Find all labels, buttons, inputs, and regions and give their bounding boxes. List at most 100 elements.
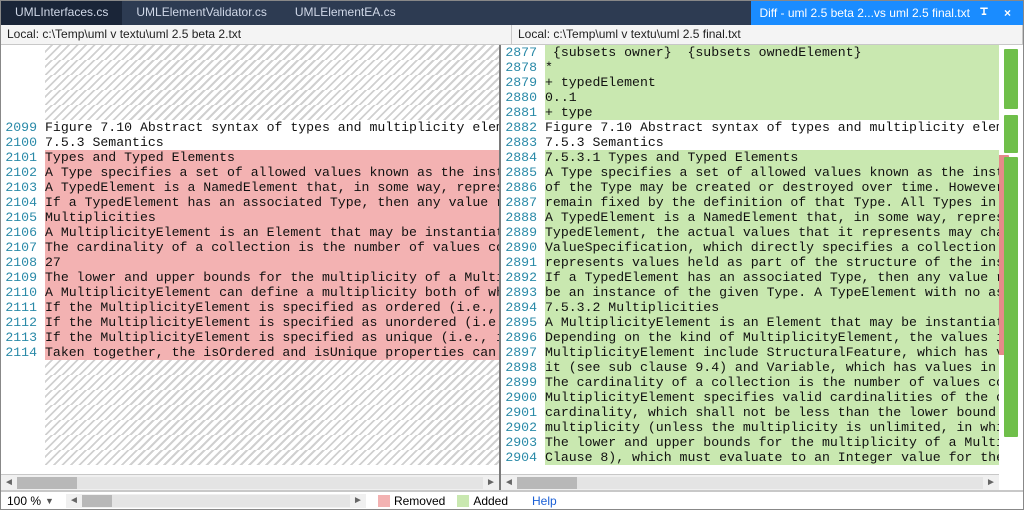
- line-number: 2112: [1, 315, 45, 330]
- code-row[interactable]: [1, 90, 499, 105]
- line-text: Figure 7.10 Abstract syntax of types and…: [545, 120, 999, 135]
- scroll-right-icon[interactable]: ►: [483, 477, 499, 488]
- code-row[interactable]: [1, 360, 499, 375]
- right-hscroll[interactable]: ◄ ►: [501, 474, 999, 490]
- code-row[interactable]: 2879+ typedElement: [501, 75, 999, 90]
- line-text: A Type specifies a set of allowed values…: [45, 165, 499, 180]
- code-row[interactable]: 2109The lower and upper bounds for the m…: [1, 270, 499, 285]
- line-text: If the MultiplicityElement is specified …: [45, 315, 499, 330]
- code-row[interactable]: 21007.5.3 Semantics: [1, 135, 499, 150]
- line-text: A MultiplicityElement is an Element that…: [45, 225, 499, 240]
- code-row[interactable]: [1, 105, 499, 120]
- code-row[interactable]: [1, 60, 499, 75]
- line-number: 2109: [1, 270, 45, 285]
- code-row[interactable]: 2904Clause 8), which must evaluate to an…: [501, 450, 999, 465]
- right-pane[interactable]: 2877 {subsets owner} {subsets ownedEleme…: [501, 45, 999, 490]
- line-text: Multiplicities: [45, 210, 499, 225]
- code-row[interactable]: 2898it (see sub clause 9.4) and Variable…: [501, 360, 999, 375]
- right-code[interactable]: 2877 {subsets owner} {subsets ownedEleme…: [501, 45, 999, 474]
- line-number: 2895: [501, 315, 545, 330]
- code-row[interactable]: 2104If a TypedElement has an associated …: [1, 195, 499, 210]
- line-text: A TypedElement is a NamedElement that, i…: [45, 180, 499, 195]
- line-text: + typedElement: [545, 75, 999, 90]
- code-row[interactable]: [1, 420, 499, 435]
- scroll-left-icon[interactable]: ◄: [66, 495, 82, 506]
- line-text: Taken together, the isOrdered and isUniq…: [45, 345, 499, 360]
- left-hscroll[interactable]: ◄ ►: [1, 474, 499, 490]
- code-row[interactable]: 28947.5.3.2 Multiplicities: [501, 300, 999, 315]
- close-icon[interactable]: ×: [1000, 6, 1015, 20]
- line-text: be an instance of the given Type. A Type…: [545, 285, 999, 300]
- code-row[interactable]: 2101Types and Typed Elements: [1, 150, 499, 165]
- code-row[interactable]: [1, 405, 499, 420]
- code-row[interactable]: 2878*: [501, 60, 999, 75]
- code-row[interactable]: 28847.5.3.1 Types and Typed Elements: [501, 150, 999, 165]
- code-row[interactable]: 2895A MultiplicityElement is an Element …: [501, 315, 999, 330]
- line-number: 2108: [1, 255, 45, 270]
- code-row[interactable]: [1, 45, 499, 60]
- code-row[interactable]: 2113If the MultiplicityElement is specif…: [1, 330, 499, 345]
- code-row[interactable]: [1, 390, 499, 405]
- code-row[interactable]: 2889TypedElement, the actual values that…: [501, 225, 999, 240]
- code-row[interactable]: 2891represents values held as part of th…: [501, 255, 999, 270]
- help-link[interactable]: Help: [532, 494, 557, 508]
- code-row[interactable]: 28800..1: [501, 90, 999, 105]
- code-row[interactable]: 2106A MultiplicityElement is an Element …: [1, 225, 499, 240]
- code-row[interactable]: 2903The lower and upper bounds for the m…: [501, 435, 999, 450]
- code-row[interactable]: 2110A MultiplicityElement can define a m…: [1, 285, 499, 300]
- code-row[interactable]: 2885A Type specifies a set of allowed va…: [501, 165, 999, 180]
- code-row[interactable]: 2886of the Type may be created or destro…: [501, 180, 999, 195]
- line-number: 2878: [501, 60, 545, 75]
- file-tab-2[interactable]: UMLElementEA.cs: [281, 1, 410, 25]
- zoom-value: 100 %: [7, 494, 41, 508]
- code-row[interactable]: 2896Depending on the kind of Multiplicit…: [501, 330, 999, 345]
- diff-tab[interactable]: Diff - uml 2.5 beta 2...vs uml 2.5 final…: [751, 1, 1023, 25]
- code-row[interactable]: [1, 375, 499, 390]
- file-tab-1[interactable]: UMLElementValidator.cs: [122, 1, 281, 25]
- line-number: 2889: [501, 225, 545, 240]
- file-tab-0[interactable]: UMLInterfaces.cs: [1, 1, 122, 25]
- code-row[interactable]: 210827: [1, 255, 499, 270]
- code-row[interactable]: 2099Figure 7.10 Abstract syntax of types…: [1, 120, 499, 135]
- left-pane[interactable]: 2099Figure 7.10 Abstract syntax of types…: [1, 45, 501, 490]
- scroll-right-icon[interactable]: ►: [350, 495, 366, 506]
- code-row[interactable]: 2893be an instance of the given Type. A …: [501, 285, 999, 300]
- code-row[interactable]: 2882Figure 7.10 Abstract syntax of types…: [501, 120, 999, 135]
- code-row[interactable]: [1, 450, 499, 465]
- scroll-right-icon[interactable]: ►: [983, 477, 999, 488]
- code-row[interactable]: 2890ValueSpecification, which directly s…: [501, 240, 999, 255]
- code-row[interactable]: [1, 75, 499, 90]
- code-row[interactable]: 2111If the MultiplicityElement is specif…: [1, 300, 499, 315]
- chevron-down-icon[interactable]: ▼: [45, 496, 54, 506]
- code-row[interactable]: 2899The cardinality of a collection is t…: [501, 375, 999, 390]
- code-row[interactable]: 2112If the MultiplicityElement is specif…: [1, 315, 499, 330]
- pin-icon[interactable]: [978, 6, 992, 20]
- code-row[interactable]: 28837.5.3 Semantics: [501, 135, 999, 150]
- code-row[interactable]: 2103A TypedElement is a NamedElement tha…: [1, 180, 499, 195]
- line-number: 2111: [1, 300, 45, 315]
- code-row[interactable]: 2902multiplicity (unless the multiplicit…: [501, 420, 999, 435]
- code-row[interactable]: 2114Taken together, the isOrdered and is…: [1, 345, 499, 360]
- code-row[interactable]: 2887remain fixed by the definition of th…: [501, 195, 999, 210]
- code-row[interactable]: 2901cardinality, which shall not be less…: [501, 405, 999, 420]
- line-text: Types and Typed Elements: [45, 150, 499, 165]
- code-row[interactable]: 2897MultiplicityElement include Structur…: [501, 345, 999, 360]
- code-row[interactable]: 2881+ type: [501, 105, 999, 120]
- code-row[interactable]: 2107The cardinality of a collection is t…: [1, 240, 499, 255]
- line-number: 2100: [1, 135, 45, 150]
- scroll-left-icon[interactable]: ◄: [1, 477, 17, 488]
- line-text: Figure 7.10 Abstract syntax of types and…: [45, 120, 499, 135]
- code-row[interactable]: 2892If a TypedElement has an associated …: [501, 270, 999, 285]
- left-code[interactable]: 2099Figure 7.10 Abstract syntax of types…: [1, 45, 499, 474]
- code-row[interactable]: [1, 435, 499, 450]
- code-row[interactable]: 2888A TypedElement is a NamedElement tha…: [501, 210, 999, 225]
- overview-ruler[interactable]: [999, 45, 1023, 490]
- code-row[interactable]: 2105Multiplicities: [1, 210, 499, 225]
- line-text: The lower and upper bounds for the multi…: [545, 435, 999, 450]
- code-row[interactable]: 2102A Type specifies a set of allowed va…: [1, 165, 499, 180]
- code-row[interactable]: 2900MultiplicityElement specifies valid …: [501, 390, 999, 405]
- code-row[interactable]: 2877 {subsets owner} {subsets ownedEleme…: [501, 45, 999, 60]
- zoom-control[interactable]: 100 % ▼: [7, 494, 54, 508]
- bottom-hscroll[interactable]: ◄ ►: [66, 494, 366, 508]
- scroll-left-icon[interactable]: ◄: [501, 477, 517, 488]
